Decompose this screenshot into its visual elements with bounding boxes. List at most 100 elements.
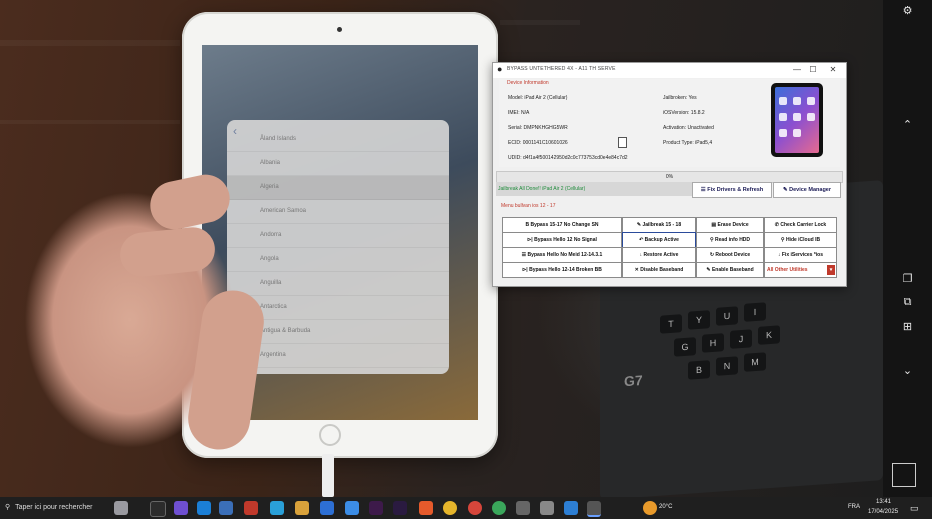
camera-icon[interactable] <box>540 501 554 515</box>
button-label: Enable Baseband <box>711 267 754 273</box>
button-label: Bypass Hello 12 No Signal <box>534 237 597 243</box>
copy-icon[interactable]: ❐ <box>883 272 932 285</box>
taskbar-search[interactable]: ⚲ Taper ici pour rechercher <box>0 497 105 519</box>
bypass-hello-broken-bb-button[interactable]: ⊳| Bypass Hello 12-14 Broken BB <box>502 262 622 278</box>
chrome-icon[interactable] <box>468 501 482 515</box>
check-carrier-lock-button[interactable]: ✆ Check Carrier Lock <box>764 217 837 233</box>
windows-taskbar: ⚲ Taper ici pour rechercher 20°C FRA 13:… <box>0 497 932 519</box>
weather-icon <box>643 501 657 515</box>
read-info-hdd-button[interactable]: ⚲ Read info HDD <box>696 232 764 248</box>
language-indicator[interactable]: FRA <box>848 504 860 510</box>
telegram-icon[interactable] <box>270 501 284 515</box>
key: N <box>716 356 738 376</box>
app-tile-icon <box>807 97 815 105</box>
key: J <box>730 329 752 349</box>
dropdown-label: All Other Utilities <box>767 267 808 273</box>
key: H <box>702 333 724 353</box>
button-label: Reboot Device <box>715 252 751 258</box>
backup-active-button[interactable]: ↶ Backup Active <box>622 232 696 248</box>
app-tile-icon <box>807 113 815 121</box>
bypass-hello-no-signal-button[interactable]: ⊳| Bypass Hello 12 No Signal <box>502 232 622 248</box>
after-effects-icon[interactable] <box>393 501 407 515</box>
key: U <box>716 306 738 326</box>
maximize-button[interactable]: ☐ <box>806 65 820 74</box>
key: M <box>744 352 766 372</box>
task-view-icon[interactable] <box>150 501 166 517</box>
button-label: Jailbreak 15 - 18 <box>642 222 682 228</box>
screen-icon[interactable]: ⧉ <box>883 296 932 309</box>
edge-icon[interactable] <box>197 501 211 515</box>
clock-time[interactable]: 13:41 <box>876 499 891 505</box>
list-item[interactable]: American Samoa <box>227 200 449 224</box>
list-icon: ☰ <box>700 187 706 193</box>
folder-icon[interactable] <box>295 501 309 515</box>
button-label: Backup Active <box>644 237 679 243</box>
button-label: Fix iServices *ios <box>781 252 824 258</box>
copilot-icon[interactable] <box>174 501 188 515</box>
all-other-utilities-dropdown[interactable]: All Other Utilities ▾ <box>764 262 837 278</box>
app-icon[interactable] <box>244 501 258 515</box>
chevron-down-icon[interactable]: ⌄ <box>883 364 932 377</box>
notification-icon[interactable]: ▭ <box>910 503 919 514</box>
back-chevron-icon[interactable]: ‹ <box>233 124 237 138</box>
disable-baseband-button[interactable]: ✕ Disable Baseband <box>622 262 696 278</box>
jailbroken-label: Jailbroken: Yes <box>663 95 697 101</box>
settings-icon[interactable]: ⚙ <box>883 4 932 17</box>
photos-icon[interactable] <box>345 501 359 515</box>
home-button-icon <box>319 424 341 446</box>
app-tile-icon <box>779 113 787 121</box>
app-tile-icon <box>793 97 801 105</box>
app-icon[interactable] <box>564 501 578 515</box>
list-item[interactable]: Algeria <box>227 176 449 200</box>
store-icon[interactable] <box>219 501 233 515</box>
erase-device-button[interactable]: ▤ Erase Device <box>696 217 764 233</box>
window-title: BYPASS UNTETHERED 4X - A11 TH SERVE <box>507 66 616 72</box>
app-tile-icon <box>779 129 787 137</box>
key: B <box>688 360 710 380</box>
enable-baseband-button[interactable]: ✎ Enable Baseband <box>696 262 764 278</box>
chevron-down-icon[interactable]: ▾ <box>827 265 835 275</box>
app-tile-icon <box>793 113 801 121</box>
bypass-15-17-button[interactable]: B Bypass 15-17 No Change SN <box>502 217 622 233</box>
close-button[interactable]: ✕ <box>826 65 840 74</box>
premiere-icon[interactable] <box>369 501 383 515</box>
clock-date[interactable]: 17/04/2025 <box>868 509 898 515</box>
outlook-icon[interactable] <box>320 501 334 515</box>
button-label: Read info HDD <box>715 237 751 243</box>
key: Y <box>688 310 710 330</box>
search-input[interactable]: Taper ici pour rechercher <box>12 504 92 511</box>
grid-icon[interactable]: ⊞ <box>883 320 932 333</box>
weather-text[interactable]: 20°C <box>659 504 672 510</box>
jailbreak-button[interactable]: ✎ Jailbreak 15 - 18 <box>622 217 696 233</box>
chrome-icon[interactable] <box>443 501 457 515</box>
list-item[interactable]: Åland Islands <box>227 128 449 152</box>
device-manager-button[interactable]: ✎ Device Manager <box>773 182 841 198</box>
fix-drivers-button[interactable]: ☰ Fix Drivers & Refresh <box>692 182 772 198</box>
side-toolbar: ⚙ ⌃ ❐ ⧉ ⊞ ⌄ <box>883 0 932 497</box>
ipad-image-screen <box>775 87 819 153</box>
app-icon[interactable] <box>587 501 601 517</box>
ecid-label: ECID: 0001141C10601026 <box>508 140 568 146</box>
chevron-up-icon[interactable]: ⌃ <box>883 118 932 131</box>
square-icon[interactable] <box>892 463 916 487</box>
cat-icon[interactable] <box>114 501 128 515</box>
fix-iservices-button[interactable]: ↓ Fix iServices *ios <box>764 247 837 263</box>
pen-icon: ✎ <box>782 187 788 193</box>
app-icon[interactable] <box>516 501 530 515</box>
chrome-icon[interactable] <box>492 501 506 515</box>
button-label: Bypass Hello 12-14 Broken BB <box>529 267 602 273</box>
copy-icon[interactable] <box>618 137 627 148</box>
hide-icloud-button[interactable]: ⚲ Hide iCloud IB <box>764 232 837 248</box>
list-item[interactable]: Albania <box>227 152 449 176</box>
device-info-panel: Device Information Model: iPad Air 2 (Ce… <box>499 79 840 167</box>
button-label: Hide iCloud IB <box>785 237 821 243</box>
reboot-device-button[interactable]: ↻ Reboot Device <box>696 247 764 263</box>
udid-label: UDID: d4f1a4f500142950d2c0c773753cd0e4e8… <box>508 155 628 161</box>
model-label: Model: iPad Air 2 (Cellular) <box>508 95 568 101</box>
device-manager-label: Device Manager <box>789 187 832 193</box>
minimize-button[interactable]: — <box>790 65 804 74</box>
bypass-hello-no-meid-button[interactable]: ☰ Bypass Hello No Meid 12-14.3.1 <box>502 247 622 263</box>
restore-active-button[interactable]: ↓ Restore Active <box>622 247 696 263</box>
button-label: Erase Device <box>717 222 749 228</box>
brave-icon[interactable] <box>419 501 433 515</box>
